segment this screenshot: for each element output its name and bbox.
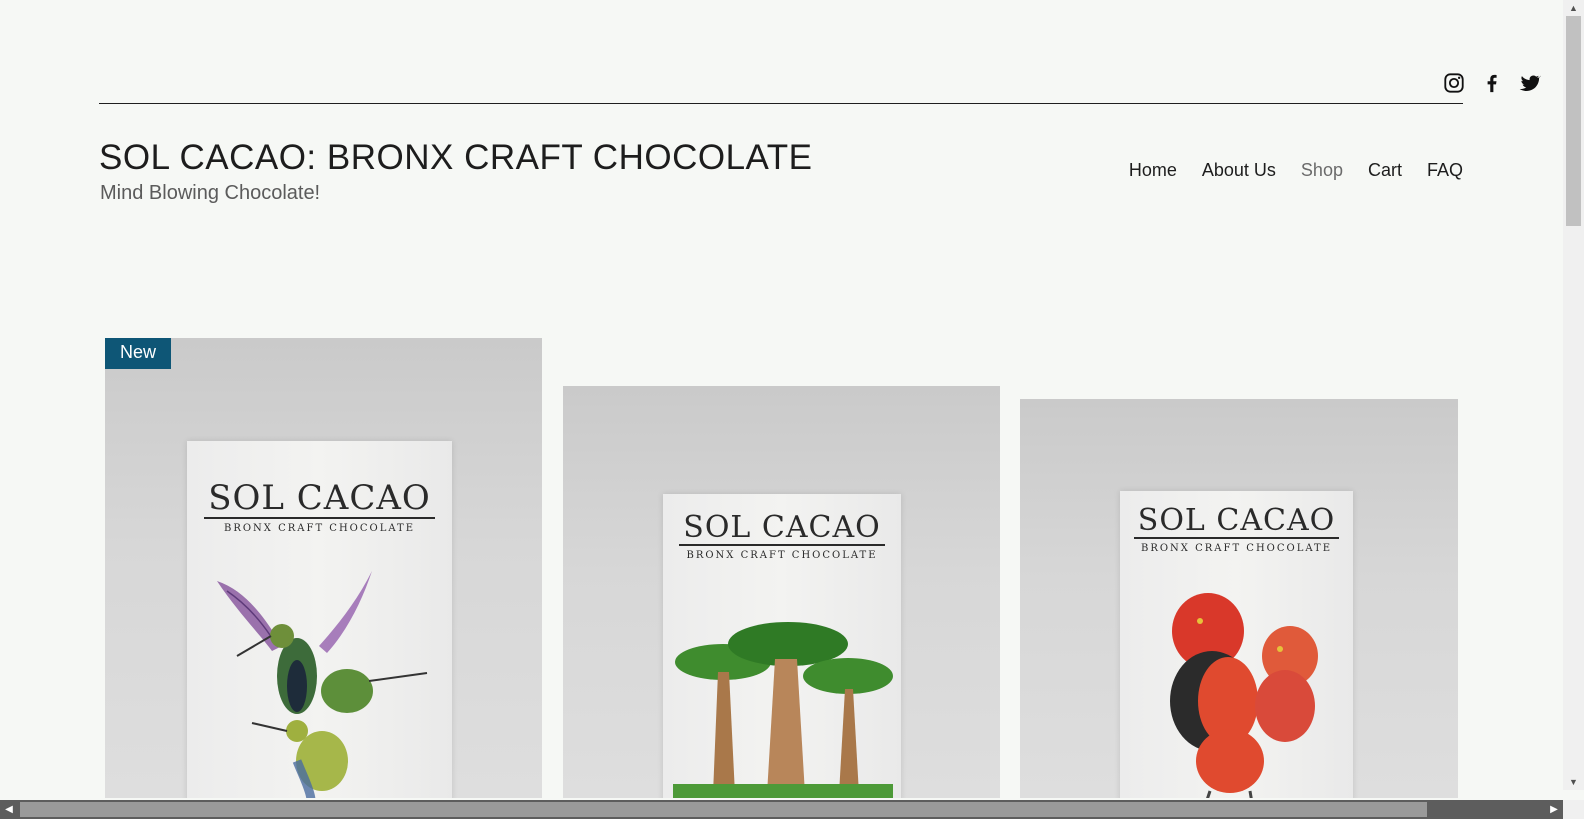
horizontal-scrollbar-thumb[interactable]: [20, 802, 1427, 817]
facebook-icon[interactable]: [1481, 72, 1503, 94]
site-tagline: Mind Blowing Chocolate!: [100, 182, 321, 204]
nav-item-about-us[interactable]: About Us: [1202, 160, 1276, 181]
scrollbar-corner: [1563, 800, 1584, 819]
product-image: SOL CACAO BRONX CRAFT CHOCOLATE: [663, 494, 901, 798]
new-badge: New: [105, 338, 172, 369]
scroll-down-arrow-icon[interactable]: ▼: [1563, 774, 1584, 790]
instagram-icon[interactable]: [1443, 72, 1465, 94]
product-card-hummingbirds[interactable]: New SOL CACAO BRONX CRAFT CHOCOLATE: [105, 338, 542, 798]
baobab-trees-illustration: [673, 622, 893, 798]
vertical-scrollbar[interactable]: ▲ ▼: [1563, 0, 1584, 790]
horizontal-scrollbar[interactable]: ◀ ▶: [0, 800, 1584, 819]
hummingbirds-illustration: [217, 571, 428, 798]
nav-item-cart[interactable]: Cart: [1368, 160, 1402, 181]
nav-item-home[interactable]: Home: [1129, 160, 1177, 181]
nav-item-faq[interactable]: FAQ: [1427, 160, 1463, 181]
scroll-left-arrow-icon[interactable]: ◀: [0, 800, 18, 819]
twitter-icon[interactable]: [1519, 72, 1541, 94]
social-bar: [1443, 72, 1541, 94]
site-title[interactable]: SOL CACAO: BRONX CRAFT CHOCOLATE: [99, 138, 813, 178]
nav-item-shop[interactable]: Shop: [1301, 160, 1343, 181]
header-divider: [99, 103, 1463, 104]
product-image: SOL CACAO BRONX CRAFT CHOCOLATE: [187, 441, 452, 798]
product-card-baobab[interactable]: SOL CACAO BRONX CRAFT CHOCOLATE: [563, 386, 1000, 798]
vertical-scrollbar-thumb[interactable]: [1566, 16, 1581, 226]
red-birds-illustration: [1170, 593, 1318, 798]
scroll-up-arrow-icon[interactable]: ▲: [1563, 0, 1584, 16]
product-card-red-birds[interactable]: SOL CACAO BRONX CRAFT CHOCOLATE: [1020, 399, 1458, 798]
product-image: SOL CACAO BRONX CRAFT CHOCOLATE: [1120, 491, 1353, 798]
main-nav: Home About Us Shop Cart FAQ: [1129, 160, 1463, 181]
scroll-right-arrow-icon[interactable]: ▶: [1545, 800, 1563, 819]
